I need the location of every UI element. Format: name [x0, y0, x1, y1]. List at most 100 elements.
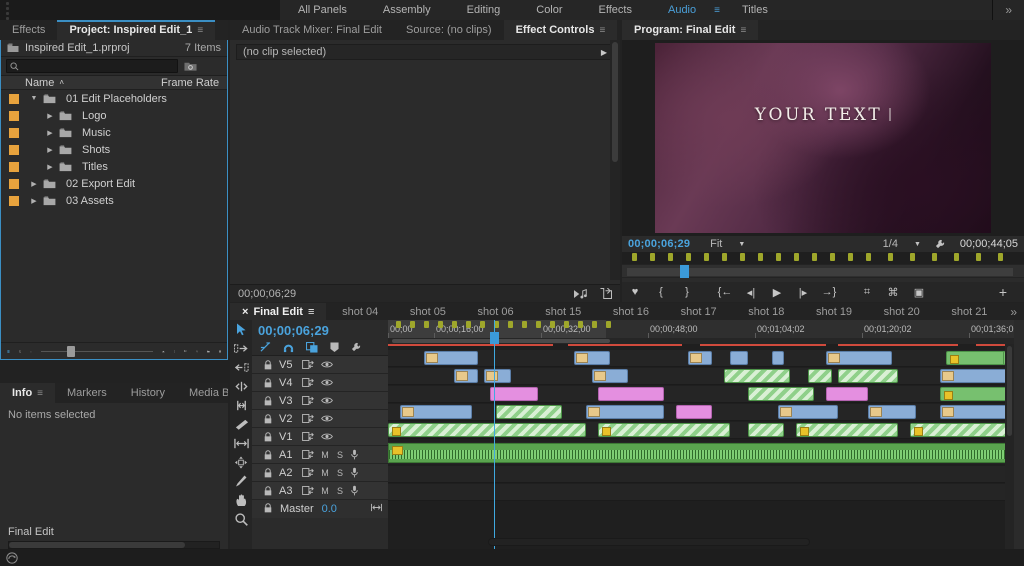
- timeline-tab[interactable]: shot 18: [732, 303, 800, 320]
- program-marker[interactable]: [704, 253, 709, 261]
- zoom-tool[interactable]: [232, 513, 250, 528]
- column-frame-rate[interactable]: Frame Rate: [161, 77, 219, 89]
- program-monitor-stage[interactable]: YOUR TEXT: [622, 40, 1024, 236]
- timeline-clip[interactable]: [748, 423, 784, 437]
- lock-icon[interactable]: [264, 413, 272, 424]
- timeline-marker[interactable]: [480, 321, 485, 328]
- sort-icon[interactable]: [173, 346, 176, 357]
- sync-lock-icon[interactable]: [302, 468, 314, 477]
- search-bin-icon[interactable]: [184, 61, 197, 72]
- workspace-editing[interactable]: Editing: [449, 0, 519, 20]
- export-frame-icon[interactable]: [600, 288, 612, 299]
- timeline-clip[interactable]: [688, 351, 712, 365]
- timeline-clip[interactable]: [778, 405, 838, 419]
- workspace-all-panels[interactable]: All Panels: [280, 0, 365, 20]
- ripple-edit-tool[interactable]: [232, 362, 250, 376]
- timeline-marker[interactable]: [606, 321, 611, 328]
- timeline-canvas[interactable]: 00;00 00;00;16;00 00;00;32;00 00;00;48;00 00…: [388, 320, 1014, 549]
- tab-markers[interactable]: Markers: [55, 383, 119, 403]
- workspace-audio[interactable]: Audio: [650, 0, 714, 20]
- timeline-clip[interactable]: [424, 351, 478, 365]
- go-to-in-button[interactable]: {←: [712, 282, 738, 302]
- program-marker[interactable]: [932, 253, 937, 261]
- timeline-clip[interactable]: [910, 423, 1014, 437]
- program-marker[interactable]: [776, 253, 781, 261]
- track-sync-button[interactable]: [302, 378, 314, 387]
- timeline-playhead-handle[interactable]: [490, 332, 499, 344]
- program-marker[interactable]: [954, 253, 959, 261]
- razor-tool[interactable]: [232, 419, 250, 433]
- track-sync-button[interactable]: [302, 396, 314, 405]
- mark-in-button[interactable]: {: [648, 282, 674, 302]
- timeline-marker[interactable]: [424, 321, 429, 328]
- tab-audio-track-mixer[interactable]: Audio Track Mixer: Final Edit: [230, 20, 394, 40]
- go-to-out-button[interactable]: →}: [816, 282, 842, 302]
- lift-button[interactable]: ⌗: [854, 282, 880, 302]
- timeline-clip[interactable]: [484, 369, 511, 383]
- bin-row[interactable]: ▶ Shots: [1, 141, 227, 158]
- lock-icon[interactable]: [264, 485, 272, 496]
- effect-controls-clip-selector[interactable]: (no clip selected) ▶: [236, 44, 614, 60]
- lock-icon[interactable]: [264, 467, 272, 478]
- program-playhead-handle[interactable]: [680, 265, 689, 278]
- find-icon[interactable]: [196, 346, 198, 357]
- timeline-clip[interactable]: [400, 405, 472, 419]
- timeline-clip[interactable]: [748, 387, 814, 401]
- master-track-value[interactable]: 0.0: [322, 503, 337, 515]
- program-marker[interactable]: [668, 253, 673, 261]
- tab-program-monitor[interactable]: Program: Final Edit ≡: [622, 20, 759, 40]
- scrollbar-thumb[interactable]: [1007, 346, 1012, 436]
- master-meter-icon[interactable]: [371, 503, 382, 515]
- video-track-lane[interactable]: [388, 368, 1014, 385]
- track-visibility-icon[interactable]: [321, 396, 333, 405]
- effect-controls-timecode[interactable]: 00;00;06;29: [238, 288, 296, 300]
- lock-icon[interactable]: [264, 502, 272, 513]
- track-select-forward-tool[interactable]: [232, 343, 250, 357]
- video-track-lane[interactable]: [388, 404, 1014, 421]
- track-eye-button[interactable]: [321, 396, 333, 405]
- icon-view-icon[interactable]: [18, 346, 22, 357]
- timeline-marker[interactable]: [438, 321, 443, 328]
- timeline-tracks-area[interactable]: [388, 344, 1014, 549]
- voice-over-icon[interactable]: [351, 467, 358, 478]
- tab-metadata[interactable]: Met: [617, 20, 620, 40]
- program-marker[interactable]: [758, 253, 763, 261]
- program-monitor-marker-ruler[interactable]: [622, 252, 1024, 264]
- sync-lock-icon[interactable]: [302, 378, 314, 387]
- program-zoom-select[interactable]: Fit ▼: [710, 238, 745, 250]
- export-frame-button[interactable]: ▣: [906, 282, 932, 302]
- timeline-tab[interactable]: shot 19: [800, 303, 868, 320]
- timeline-clip[interactable]: [724, 369, 790, 383]
- timeline-tab[interactable]: shot 20: [868, 303, 936, 320]
- track-lock-button[interactable]: [264, 395, 272, 406]
- timeline-tab[interactable]: shot 05: [394, 303, 462, 320]
- close-icon[interactable]: ×: [242, 306, 248, 318]
- track-visibility-icon[interactable]: [321, 432, 333, 441]
- new-bin-icon[interactable]: [207, 346, 210, 357]
- track-mute-button[interactable]: M: [321, 450, 329, 460]
- timeline-marker[interactable]: [522, 321, 527, 328]
- audio-track-lane[interactable]: [388, 442, 1014, 464]
- timeline-ruler[interactable]: 00;00 00;00;16;00 00;00;32;00 00;00;48;00 00…: [388, 320, 1014, 338]
- disclosure-collapsed-icon[interactable]: ▶: [45, 112, 55, 120]
- timeline-clip[interactable]: [454, 369, 478, 383]
- insert-overwrite-toggle-icon[interactable]: [260, 342, 271, 353]
- play-audio-icon[interactable]: [574, 288, 588, 299]
- disclosure-collapsed-icon[interactable]: ▶: [29, 180, 39, 188]
- timeline-tab[interactable]: shot 17: [665, 303, 733, 320]
- panel-menu-icon[interactable]: ≡: [308, 306, 314, 318]
- disclosure-collapsed-icon[interactable]: ▶: [45, 163, 55, 171]
- lock-icon[interactable]: [264, 359, 272, 370]
- track-lock-button[interactable]: [264, 502, 272, 516]
- track-lock-button[interactable]: [264, 359, 272, 370]
- timeline-clip[interactable]: [592, 369, 628, 383]
- audio-clip[interactable]: [388, 443, 1014, 463]
- sync-lock-icon[interactable]: [302, 360, 314, 369]
- program-marker[interactable]: [888, 253, 893, 261]
- scrollbar-thumb[interactable]: [392, 339, 610, 343]
- timeline-settings-wrench-icon[interactable]: [351, 342, 362, 353]
- effect-controls-scrollbar[interactable]: [610, 40, 620, 280]
- track-sync-button[interactable]: [302, 468, 314, 477]
- lock-icon[interactable]: [264, 377, 272, 388]
- program-monitor-scrub-track[interactable]: [622, 264, 1024, 278]
